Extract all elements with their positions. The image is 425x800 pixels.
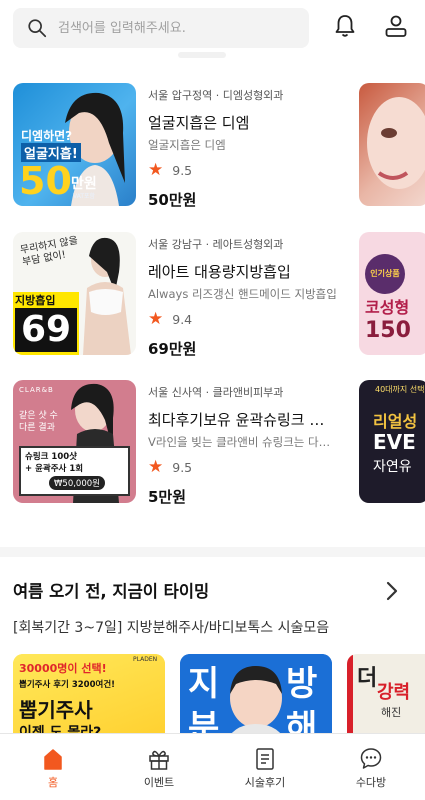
next-card-peek[interactable]: 인기상품 코성형 150 (359, 232, 425, 355)
peek-text3: 자연유 (373, 459, 412, 475)
nav-reviews[interactable]: 시술후기 (212, 734, 318, 800)
rating-value: 9.5 (172, 460, 193, 475)
section-divider (0, 547, 425, 557)
rating: ★ 9.4 (148, 311, 348, 328)
banner-line1: 더 (357, 666, 378, 691)
thumb-vat: VAT포함 (73, 193, 96, 200)
document-icon (256, 748, 274, 770)
star-icon: ★ (148, 457, 164, 477)
rating-value: 9.4 (172, 312, 193, 327)
peek-badge: 인기상품 (365, 254, 405, 294)
search-icon (28, 19, 47, 38)
banner-line1: 30000명이 선택! (19, 662, 107, 675)
banner-brand: PLADEN (133, 656, 158, 663)
product-card[interactable]: 무리하지 않을 부담 없이! 지방흡입 69 서울 강남구 · 레아트성형외과 … (13, 232, 425, 358)
banner-line3: 해진 (381, 706, 402, 719)
rating: ★ 9.5 (148, 459, 348, 476)
thumb-line1: 디엠하면? (21, 129, 73, 143)
thumb-unit: 만원 (71, 176, 97, 192)
banner-line2: 방 (286, 664, 318, 704)
thumb-brand: CLAR&B (19, 386, 54, 394)
peek-text1: 리얼성 (373, 412, 418, 431)
product-card[interactable]: 디엠하면? 얼굴지흡! 50 만원 VAT포함 서울 압구정역 · 디엠성형외과… (13, 83, 425, 209)
product-thumbnail: 디엠하면? 얼굴지흡! 50 만원 VAT포함 (13, 83, 136, 206)
nav-home[interactable]: 홈 (0, 734, 106, 800)
section-subtitle: [회복기간 3~7일] 지방분해주사/바디보톡스 시술모음 (13, 620, 330, 636)
peek-top: 40대까지 선택! (375, 385, 425, 394)
chat-icon (360, 748, 382, 769)
clinic-location: 서울 압구정역 · 디엠성형외과 (148, 89, 284, 102)
nav-events[interactable]: 이벤트 (106, 734, 212, 800)
thumb-label: 지방흡입 (15, 294, 56, 307)
thumb-price: 69 (15, 308, 77, 352)
product-price: 5만원 (148, 488, 187, 506)
product-title[interactable]: 최다후기보유 윤곽슈링크 … (148, 409, 343, 430)
product-subtitle: Always 리즈갱신 핸드메이드 지방흡입 (148, 287, 337, 301)
banner-line3: 뽑기주사 (19, 698, 93, 722)
bottom-nav: 홈 이벤트 시술후기 수다방 (0, 733, 425, 800)
product-thumbnail: CLAR&B 같은 샷 수 다른 결과 슈링크 100샷 + 윤곽주사 1회 ₩… (13, 380, 136, 503)
thumb-price: 50 (19, 159, 72, 203)
nav-label: 수다방 (355, 776, 387, 789)
rating-value: 9.5 (172, 163, 193, 178)
gift-icon (149, 750, 169, 770)
peek-photo (367, 97, 425, 189)
peek-text1: 코성형 (365, 298, 410, 317)
star-icon: ★ (148, 309, 164, 329)
rating: ★ 9.5 (148, 162, 348, 179)
clinic-location: 서울 신사역 · 클라앤비피부과 (148, 386, 284, 399)
nav-label: 시술후기 (244, 776, 286, 789)
search-input[interactable] (58, 20, 288, 36)
section-title: 여름 오기 전, 지금이 타이밍 (13, 582, 210, 601)
search-bar[interactable] (13, 8, 309, 48)
thumb-q2: 다른 결과 (19, 423, 55, 433)
thumb-box2: + 윤곽주사 1회 (25, 464, 84, 474)
chevron-right-icon[interactable] (382, 578, 402, 604)
next-card-peek[interactable]: 40대까지 선택! 리얼성 EVE 자연유 (359, 380, 425, 503)
product-card[interactable]: CLAR&B 같은 샷 수 다른 결과 슈링크 100샷 + 윤곽주사 1회 ₩… (13, 380, 425, 506)
peek-text2: EVE (373, 430, 416, 454)
thumb-box3: ₩50,000원 (49, 476, 105, 490)
scroll-hint (178, 52, 226, 58)
nav-label: 이벤트 (143, 776, 175, 789)
top-bar (0, 0, 425, 56)
product-subtitle: V라인을 빚는 클라앤비 슈링크는 다르… (148, 435, 338, 449)
nav-community[interactable]: 수다방 (318, 734, 424, 800)
profile-icon[interactable] (382, 12, 410, 40)
nav-label: 홈 (47, 776, 59, 789)
banner-line2: 강력 (377, 682, 411, 703)
product-price: 69만원 (148, 340, 197, 358)
product-price: 50만원 (148, 191, 197, 209)
clinic-location: 서울 강남구 · 레아트성형외과 (148, 238, 284, 251)
home-icon (44, 749, 62, 770)
product-subtitle: 얼굴지흡은 디엠 (148, 138, 226, 152)
star-icon: ★ (148, 160, 164, 180)
peek-text2: 150 (365, 318, 411, 343)
product-title[interactable]: 레아트 대용량지방흡입 (148, 261, 343, 282)
thumb-box1: 슈링크 100샷 (25, 452, 77, 462)
product-title[interactable]: 얼굴지흡은 디엠 (148, 112, 343, 133)
banner-line2: 뽑기주사 후기 3200여건! (19, 680, 116, 690)
banner-line1: 지 (188, 664, 220, 704)
bell-icon[interactable] (331, 12, 359, 40)
product-thumbnail: 무리하지 않을 부담 없이! 지방흡입 69 (13, 232, 136, 355)
next-card-peek[interactable] (359, 83, 425, 206)
